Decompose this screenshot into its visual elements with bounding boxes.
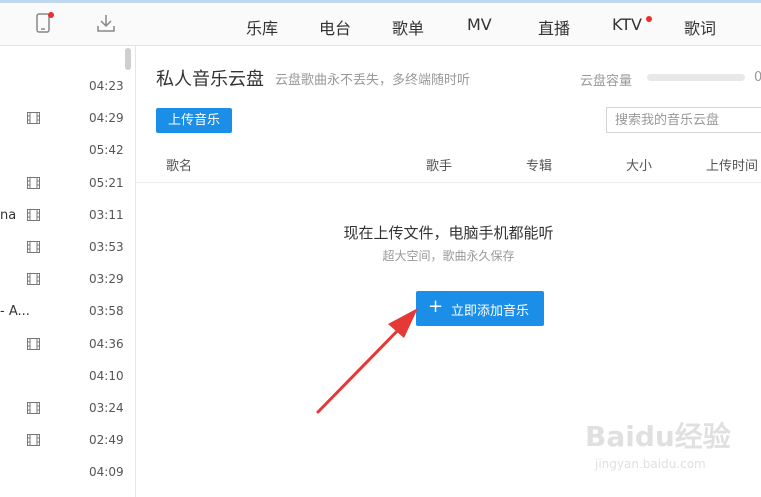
song-duration: 02:49 — [89, 433, 124, 448]
nav-item-lyrics[interactable]: 歌词 — [684, 15, 716, 39]
song-duration: 04:36 — [89, 336, 124, 351]
song-list-scrollbar[interactable] — [124, 46, 132, 497]
song-title: na — [0, 207, 17, 223]
watermark-url: jingyan.baidu.com — [595, 457, 706, 471]
song-duration: 03:58 — [89, 304, 124, 319]
nav-item-radio[interactable]: 电台 — [319, 15, 351, 39]
song-title: - A... — [0, 304, 30, 320]
mv-icon[interactable] — [27, 273, 40, 286]
column-header-size[interactable]: 大小 — [626, 155, 652, 174]
plus-icon: + — [428, 296, 444, 317]
add-music-label: 立即添加音乐 — [451, 304, 530, 319]
nav-item-live[interactable]: 直播 — [538, 15, 570, 39]
mv-icon[interactable] — [27, 402, 40, 414]
song-duration: 03:24 — [89, 401, 124, 415]
list-item[interactable]: 03:53 — [0, 232, 124, 264]
nav-item-mv[interactable]: MV — [467, 15, 492, 34]
ktv-notification-dot — [646, 16, 652, 22]
left-toolbar — [0, 3, 135, 46]
song-duration: 03:53 — [89, 240, 124, 254]
annotation-arrow — [316, 308, 418, 414]
song-duration: 03:29 — [89, 272, 124, 287]
upload-music-button[interactable]: 上传音乐 — [156, 108, 232, 133]
mv-icon[interactable] — [27, 208, 40, 221]
list-item[interactable]: 05:21 — [0, 168, 124, 200]
watermark-logo: Baidu经验 — [585, 420, 731, 453]
phone-notification-dot — [48, 12, 54, 18]
mv-icon[interactable] — [27, 337, 40, 350]
scrollbar-thumb[interactable] — [125, 48, 131, 70]
song-duration: 04:29 — [89, 111, 124, 126]
page-subtitle: 云盘歌曲永不丢失，多终端随时听 — [275, 73, 471, 88]
list-item[interactable]: 05:42 — [0, 135, 124, 167]
column-header-name[interactable]: 歌名 — [166, 155, 192, 174]
add-music-button[interactable]: + 立即添加音乐 — [416, 291, 544, 326]
cloud-search-input[interactable] — [607, 108, 761, 132]
empty-state-title: 现在上传文件，电脑手机都能听 — [343, 224, 554, 242]
song-duration: 04:23 — [89, 79, 124, 93]
nav-item-ktv[interactable]: KTV — [612, 15, 642, 34]
list-item[interactable]: 04:36 — [0, 329, 124, 361]
list-item[interactable]: 02:49 — [0, 425, 124, 457]
song-duration: 05:42 — [89, 143, 124, 158]
top-bar: 乐库 电台 歌单 MV 直播 KTV 歌词 — [0, 0, 761, 46]
column-header-artist[interactable]: 歌手 — [426, 155, 452, 174]
column-header-album[interactable]: 专辑 — [526, 155, 552, 174]
nav-item-library[interactable]: 乐库 — [246, 15, 278, 39]
song-duration: 05:21 — [89, 175, 124, 190]
song-duration: 04:10 — [89, 368, 124, 383]
download-icon[interactable] — [95, 12, 117, 34]
song-duration: 03:11 — [89, 207, 124, 222]
list-item[interactable]: 04:23 — [0, 71, 124, 103]
capacity-label: 云盘容量 — [580, 74, 633, 89]
mv-icon[interactable] — [27, 434, 40, 447]
table-header: 歌名 歌手 专辑 大小 上传时间 — [136, 146, 761, 183]
list-item[interactable]: na 03:11 — [0, 200, 124, 232]
list-item[interactable]: 03:29 — [0, 264, 124, 296]
list-item[interactable]: - A... 03:58 — [0, 296, 124, 328]
list-item[interactable]: 03:24 — [0, 393, 124, 425]
list-item[interactable]: 04:10 — [0, 361, 124, 393]
capacity-value: 0 — [754, 70, 761, 85]
mv-icon[interactable] — [27, 241, 40, 253]
list-item[interactable]: 04:29 — [0, 103, 124, 135]
phone-icon[interactable] — [32, 12, 54, 34]
song-list: 04:23 04:29 05:42 05:21 na 03:11 03:53 03:29 - A… — [0, 46, 135, 497]
mv-icon[interactable] — [27, 176, 40, 189]
cloud-search-box[interactable] — [606, 107, 761, 133]
page-title: 私人音乐云盘 — [156, 69, 264, 90]
column-header-upload-time[interactable]: 上传时间 — [706, 155, 758, 174]
capacity-progress-bar — [647, 74, 745, 81]
mv-icon[interactable] — [27, 112, 40, 125]
nav-item-playlists[interactable]: 歌单 — [392, 15, 424, 39]
song-duration: 04:09 — [89, 465, 124, 480]
empty-state-subtitle: 超大空间，歌曲永久保存 — [382, 249, 515, 263]
baidu-watermark: Baidu经验 jingyan.baidu.com — [585, 415, 735, 485]
main-nav: 乐库 电台 歌单 MV 直播 KTV 歌词 — [136, 3, 761, 46]
list-item[interactable]: 04:09 — [0, 457, 124, 489]
